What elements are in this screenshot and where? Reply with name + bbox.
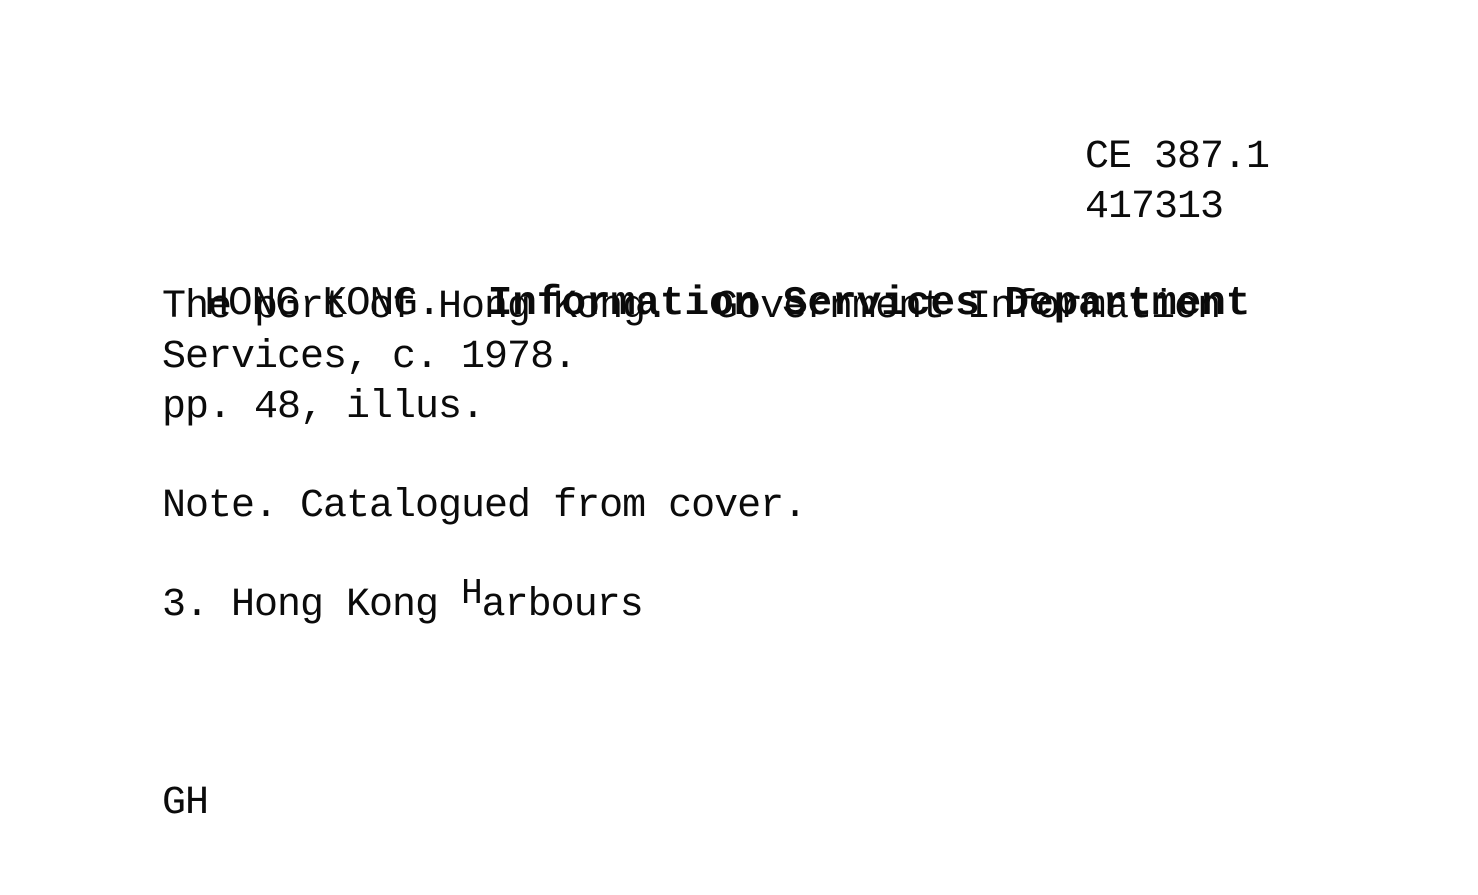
cataloger-initials: GH bbox=[162, 781, 209, 826]
subject-heading: 3. Hong Kong Harbours bbox=[162, 573, 644, 630]
call-number-line-1: CE 387.1 bbox=[1085, 135, 1270, 180]
subject-rest: arbours bbox=[481, 583, 644, 628]
subject-superscript-letter: H bbox=[461, 573, 483, 614]
title-line-1: The port of Hong Kong. Government Inform… bbox=[162, 285, 1221, 330]
title-line-2: Services, c. 1978. bbox=[162, 335, 577, 380]
note: Note. Catalogued from cover. bbox=[162, 484, 807, 529]
subject-prefix: 3. Hong Kong bbox=[162, 583, 462, 628]
collation: pp. 48, illus. bbox=[162, 385, 485, 430]
call-number-line-2: 417313 bbox=[1085, 185, 1224, 230]
catalog-card: CE 387.1 417313 HONG KONG. Information S… bbox=[0, 0, 1478, 895]
